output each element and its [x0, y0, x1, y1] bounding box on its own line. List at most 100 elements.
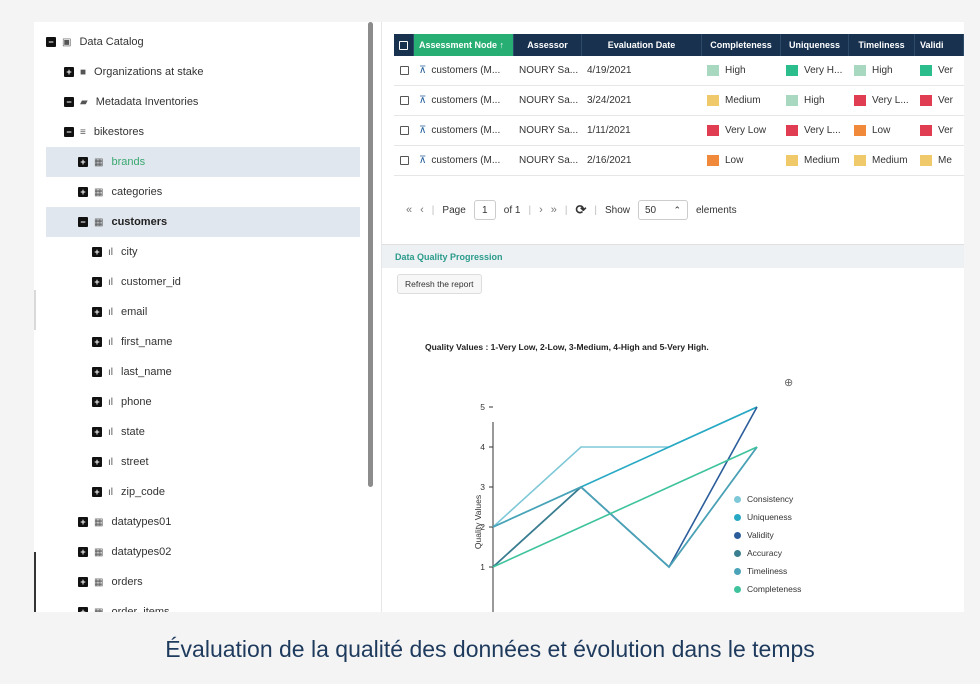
expand-toggle-icon[interactable]: − [46, 37, 56, 47]
elements-label: elements [696, 204, 737, 216]
row-checkbox[interactable] [394, 126, 414, 135]
select-all-checkbox[interactable] [394, 34, 414, 56]
tree-item[interactable]: + ıl state [46, 417, 145, 447]
evaluation-date-cell: 3/24/2021 [587, 95, 632, 106]
panel-divider[interactable] [381, 22, 382, 612]
tree-item[interactable]: + ıl street [46, 447, 149, 477]
grid-header: Assessment Node ↑ Assessor Evaluation Da… [394, 34, 964, 56]
expand-toggle-icon[interactable]: + [92, 247, 102, 257]
expand-toggle-icon[interactable]: + [78, 607, 88, 612]
expand-toggle-icon[interactable]: + [92, 307, 102, 317]
expand-toggle-icon[interactable]: + [92, 337, 102, 347]
tree-item[interactable]: − ▣ Data Catalog [46, 27, 144, 57]
row-checkbox[interactable] [394, 156, 414, 165]
tree-item[interactable]: + ▦ datatypes01 [46, 507, 360, 537]
table-icon: ▦ [94, 576, 104, 588]
row-checkbox[interactable] [394, 96, 414, 105]
table-row[interactable]: ⊼ customers (M... NOURY Sa... 2/16/2021 Low M… [394, 146, 964, 176]
assessment-node-cell[interactable]: ⊼ customers (M... [414, 155, 514, 166]
y-tick-label: 1 [480, 562, 485, 572]
tree-item[interactable]: − ▦ customers [46, 207, 360, 237]
assessment-node-cell[interactable]: ⊼ customers (M... [414, 125, 514, 136]
expand-toggle-icon[interactable]: − [64, 127, 74, 137]
legend-marker [734, 531, 741, 539]
expand-toggle-icon[interactable]: + [78, 187, 88, 197]
series-line-completeness[interactable] [492, 446, 758, 568]
tree-item[interactable]: + ■ Organizations at stake [46, 57, 204, 87]
expand-toggle-icon[interactable]: + [64, 67, 74, 77]
legend-item[interactable]: Consistency [734, 490, 801, 508]
col-uniqueness[interactable]: Uniqueness [781, 34, 849, 56]
expand-toggle-icon[interactable]: − [64, 97, 74, 107]
tree-scrollbar[interactable] [368, 22, 373, 487]
last-page-button[interactable]: » [551, 204, 557, 216]
table-row[interactable]: ⊼ customers (M... NOURY Sa... 1/11/2021 Very… [394, 116, 964, 146]
tree-item[interactable]: + ıl customer_id [46, 267, 181, 297]
tree-item-label: categories [111, 186, 163, 198]
next-page-button[interactable]: › [539, 204, 543, 216]
legend-item[interactable]: Timeliness [734, 562, 801, 580]
tree-item[interactable]: + ▦ categories [46, 177, 360, 207]
quality-label: Very L... [872, 95, 909, 106]
col-completeness[interactable]: Completeness [702, 34, 781, 56]
tree-item[interactable]: − ▰ Metadata Inventories [46, 87, 198, 117]
expand-toggle-icon[interactable]: + [92, 487, 102, 497]
expand-toggle-icon[interactable]: + [92, 457, 102, 467]
assessment-node-text: customers (M... [431, 155, 501, 166]
legend-item[interactable]: Completeness [734, 580, 801, 598]
legend-item[interactable]: Validity [734, 526, 801, 544]
tree-item[interactable]: + ıl zip_code [46, 477, 165, 507]
table-row[interactable]: ⊼ customers (M... NOURY Sa... 4/19/2021 High… [394, 56, 964, 86]
quality-cell: Very Low [702, 125, 781, 136]
catalog-tree: − ▣ Data Catalog + ■ Organizations at stake − ▰… [34, 22, 372, 612]
tree-item-label: customers [111, 216, 168, 228]
col-timeliness[interactable]: Timeliness [849, 34, 915, 56]
col-validity[interactable]: Validi [915, 34, 964, 56]
tree-item-label: datatypes02 [111, 546, 172, 558]
prev-page-button[interactable]: ‹ [420, 204, 424, 216]
expand-toggle-icon[interactable]: − [78, 217, 88, 227]
legend-item[interactable]: Accuracy [734, 544, 801, 562]
tree-item[interactable]: + ▦ orders [46, 567, 360, 597]
quality-swatch [920, 65, 932, 76]
table-row[interactable]: ⊼ customers (M... NOURY Sa... 3/24/2021 Medi… [394, 86, 964, 116]
row-checkbox[interactable] [394, 66, 414, 75]
tree-item[interactable]: + ▦ order_items [46, 597, 360, 612]
expand-toggle-icon[interactable]: + [78, 517, 88, 527]
page-input[interactable]: 1 [473, 200, 496, 220]
tree-item[interactable]: + ▦ brands [46, 147, 360, 177]
expand-toggle-icon[interactable]: + [92, 427, 102, 437]
tree-item[interactable]: + ıl city [46, 237, 138, 267]
quality-cell: Medium [702, 95, 781, 106]
tree-item[interactable]: + ▦ datatypes02 [46, 537, 360, 567]
refresh-report-button[interactable]: Refresh the report [397, 274, 482, 294]
tree-item-label: street [121, 456, 149, 468]
expand-toggle-icon[interactable]: + [92, 277, 102, 287]
tree-item[interactable]: + ıl first_name [46, 327, 172, 357]
col-assessment-node[interactable]: Assessment Node ↑ [414, 34, 514, 56]
col-evaluation-date[interactable]: Evaluation Date [582, 34, 702, 56]
page-size-select[interactable]: 50 ⌃ [638, 200, 688, 220]
tree-item-label: brands [111, 156, 146, 168]
expand-toggle-icon[interactable]: + [78, 547, 88, 557]
app-screen: − ▣ Data Catalog + ■ Organizations at stake − ▰… [34, 22, 964, 612]
assessment-node-cell[interactable]: ⊼ customers (M... [414, 65, 514, 76]
assessment-node-cell[interactable]: ⊼ customers (M... [414, 95, 514, 106]
quality-label: Ver [938, 125, 954, 136]
quality-label: Me [938, 155, 952, 166]
refresh-icon[interactable]: ⟳ [575, 202, 586, 218]
tree-item[interactable]: + ıl phone [46, 387, 152, 417]
tree-item[interactable]: + ıl email [46, 297, 147, 327]
expand-toggle-icon[interactable]: + [78, 157, 88, 167]
expand-toggle-icon[interactable]: + [78, 577, 88, 587]
expand-toggle-icon[interactable]: + [92, 367, 102, 377]
series-line-validity[interactable] [492, 406, 758, 569]
legend-item[interactable]: Uniqueness [734, 508, 801, 526]
col-assessor[interactable]: Assessor [514, 34, 582, 56]
legend-label: Consistency [747, 494, 794, 504]
tree-item[interactable]: + ıl last_name [46, 357, 172, 387]
tree-item-label: orders [111, 576, 143, 588]
expand-toggle-icon[interactable]: + [92, 397, 102, 407]
tree-item[interactable]: − ≡ bikestores [46, 117, 144, 147]
first-page-button[interactable]: « [406, 204, 412, 216]
